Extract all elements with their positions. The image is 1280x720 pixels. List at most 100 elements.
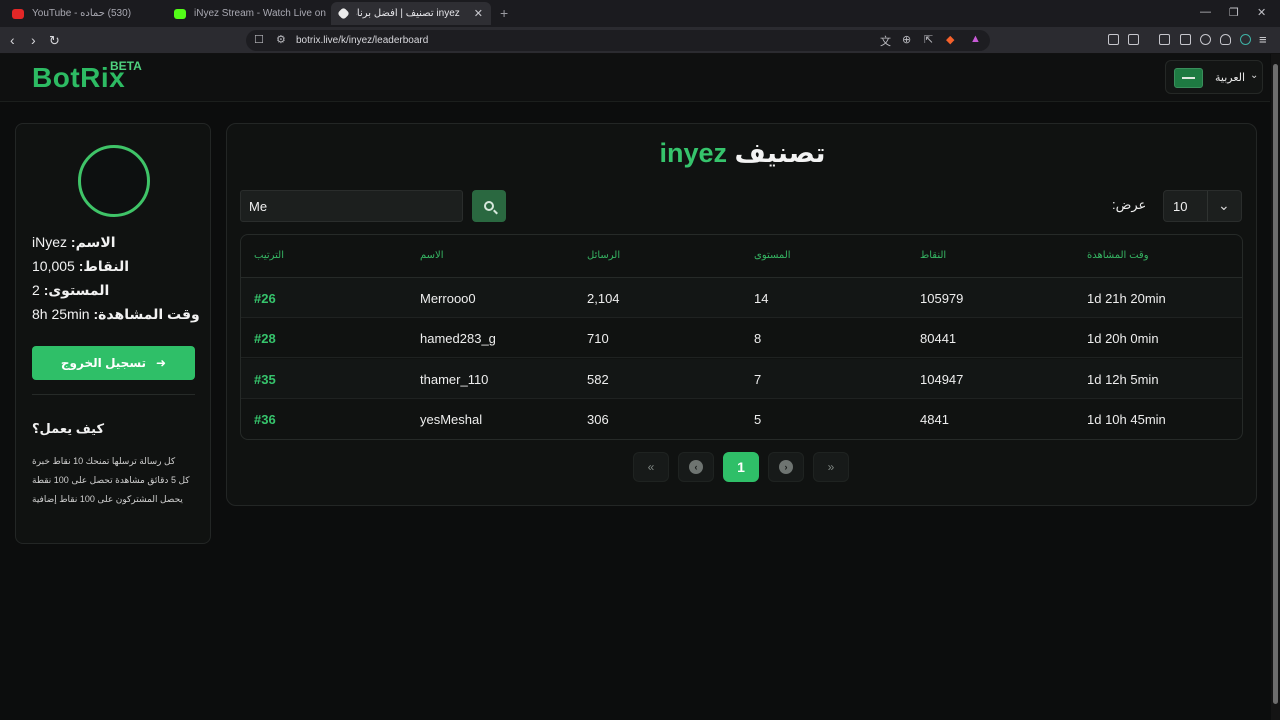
logout-button[interactable]: تسجيل الخروج ➜ (32, 346, 195, 380)
column-header-points[interactable]: النقاط (920, 250, 946, 261)
profile-icon[interactable] (1240, 34, 1251, 45)
points-cell: 80441 (920, 331, 957, 346)
table-row: #26 Merrooo0 2,104 14 105979 1d 21h 20mi… (241, 278, 1242, 318)
saudi-flag-icon (1174, 68, 1203, 88)
menu-icon[interactable]: ≡ (1259, 32, 1267, 47)
beta-badge: BETA (110, 59, 142, 73)
wallet-icon[interactable] (1180, 34, 1191, 45)
brave-shield-icon[interactable]: ◆ (946, 33, 954, 46)
bookmark-icon[interactable]: ☐ (254, 33, 264, 46)
name-cell: Merrooo0 (420, 291, 476, 306)
profile-watchtime: وقت المشاهدة: 8h 25min (32, 306, 200, 323)
watchtime-cell: 1d 20h 0min (1087, 331, 1159, 346)
chevron-down-icon: ⌄ (1218, 197, 1230, 213)
close-window-icon[interactable]: ✕ (1257, 6, 1266, 19)
points-value: 10,005 (32, 258, 75, 274)
first-page-button[interactable]: « (633, 452, 669, 482)
search-icon (484, 201, 494, 211)
rank-cell: #26 (254, 291, 276, 306)
browser-tab-bar: (530) حماده - YouTube iNyez Stream - Wat… (0, 0, 1280, 27)
tab-botrix[interactable]: inyez تصنيف | أفضل برنامج لتعزيز ✕ (331, 2, 491, 25)
column-header-name[interactable]: الاسم (420, 250, 444, 261)
language-label: العربية (1215, 72, 1246, 84)
points-label: النقاط: (78, 258, 130, 274)
level-cell: 14 (754, 291, 769, 306)
divider (32, 394, 195, 395)
new-tab-button[interactable]: + (500, 5, 508, 21)
screenshot-icon[interactable] (1128, 34, 1139, 45)
watchtime-value: 8h 25min (32, 306, 90, 322)
site-info-icon[interactable]: ⚙ (276, 33, 286, 46)
minimize-icon[interactable]: — (1200, 6, 1211, 18)
name-cell: thamer_110 (420, 372, 489, 387)
restore-icon[interactable]: ❐ (1229, 6, 1239, 19)
translate-icon[interactable]: 文 (880, 33, 891, 49)
column-header-rank[interactable]: الترتيب (254, 250, 284, 261)
sign-out-icon: ➜ (156, 356, 167, 370)
chevron-down-icon: ⌄ (1250, 70, 1259, 81)
messages-cell: 2,104 (587, 291, 620, 306)
extensions-icon[interactable] (1108, 34, 1119, 45)
level-cell: 8 (754, 331, 762, 346)
search-button[interactable] (472, 190, 506, 222)
scrollbar-thumb[interactable] (1273, 64, 1278, 704)
table-row: #28 hamed283_g 710 8 80441 1d 20h 0min (241, 318, 1242, 358)
reload-icon[interactable]: ↻ (49, 33, 60, 49)
page-scrollbar[interactable] (1271, 54, 1280, 720)
leo-icon[interactable] (1200, 34, 1211, 45)
back-icon[interactable]: ‹ (10, 32, 15, 48)
tab-title: (530) حماده - YouTube (32, 8, 132, 19)
points-cell: 105979 (920, 291, 964, 306)
profile-level: المستوى: 2 (32, 282, 109, 299)
profile-name: الاسم: iNyez (32, 234, 116, 251)
zoom-icon[interactable]: ⊕ (902, 33, 911, 46)
page-size-label: عرض: (1112, 197, 1147, 212)
tab-title: inyez تصنيف | أفضل برنامج لتعزيز (356, 8, 460, 19)
rewards-icon[interactable]: ▲ (970, 33, 981, 45)
table-header: الترتيب الاسم الرسائل المستوى النقاط وقت… (241, 235, 1242, 278)
site-header: BotRix BETA العربية ⌄ (0, 54, 1270, 102)
search-input[interactable] (240, 190, 463, 222)
column-header-level[interactable]: المستوى (754, 250, 791, 261)
messages-cell: 710 (587, 331, 609, 346)
share-icon[interactable]: ⇱ (924, 33, 933, 46)
title-word: تصنيف (734, 138, 826, 168)
name-label: الاسم: (70, 234, 116, 250)
page-title: inyez تصنيف (227, 138, 1258, 169)
name-value: iNyez (32, 234, 68, 250)
name-cell: hamed283_g (420, 331, 496, 346)
select-divider (1207, 191, 1208, 221)
table-row: #36 yesMeshal 306 5 4841 1d 10h 45min (241, 399, 1242, 439)
tab-kick[interactable]: iNyez Stream - Watch Live on Kick (166, 2, 328, 25)
watchtime-label: وقت المشاهدة: (93, 306, 200, 322)
leaderboard-panel: inyez تصنيف عرض: 10 ⌄ الترتيب الاسم الرس… (226, 123, 1257, 506)
address-bar[interactable]: ☐ ⚙ botrix.live/k/inyez/leaderboard 文 ⊕ … (246, 30, 990, 51)
level-cell: 7 (754, 372, 762, 387)
language-selector[interactable]: العربية ⌄ (1165, 60, 1263, 94)
forward-icon[interactable]: › (31, 32, 36, 48)
kick-icon (174, 8, 186, 19)
how-line: يحصل المشتركون على 100 نقاط إضافية (32, 494, 183, 504)
page-1-button[interactable]: 1 (723, 452, 759, 482)
name-cell: yesMeshal (420, 412, 483, 427)
points-cell: 104947 (920, 372, 964, 387)
last-page-button[interactable]: » (813, 452, 849, 482)
next-page-button[interactable]: › (768, 452, 804, 482)
how-line: كل 5 دقائق مشاهدة تحصل على 100 نقطة (32, 475, 190, 485)
sidebar-icon[interactable] (1159, 34, 1170, 45)
botrix-icon (337, 7, 350, 20)
tab-youtube[interactable]: (530) حماده - YouTube (4, 2, 164, 25)
column-header-messages[interactable]: الرسائل (587, 250, 620, 261)
previous-page-button[interactable]: ‹ (678, 452, 714, 482)
page-size-select[interactable]: 10 ⌄ (1163, 190, 1242, 222)
watchtime-cell: 1d 21h 20min (1087, 291, 1166, 306)
column-header-watchtime[interactable]: وقت المشاهدة (1087, 250, 1149, 261)
page-number: 1 (737, 459, 745, 475)
close-tab-icon[interactable]: ✕ (474, 7, 483, 20)
rank-cell: #28 (254, 331, 276, 346)
url-text[interactable]: botrix.live/k/inyez/leaderboard (296, 35, 428, 46)
tab-title: iNyez Stream - Watch Live on Kick (194, 8, 328, 19)
vpn-icon[interactable] (1220, 34, 1231, 45)
how-it-works-title: كيف يعمل؟ (32, 421, 105, 436)
leaderboard-table: الترتيب الاسم الرسائل المستوى النقاط وقت… (240, 234, 1243, 440)
